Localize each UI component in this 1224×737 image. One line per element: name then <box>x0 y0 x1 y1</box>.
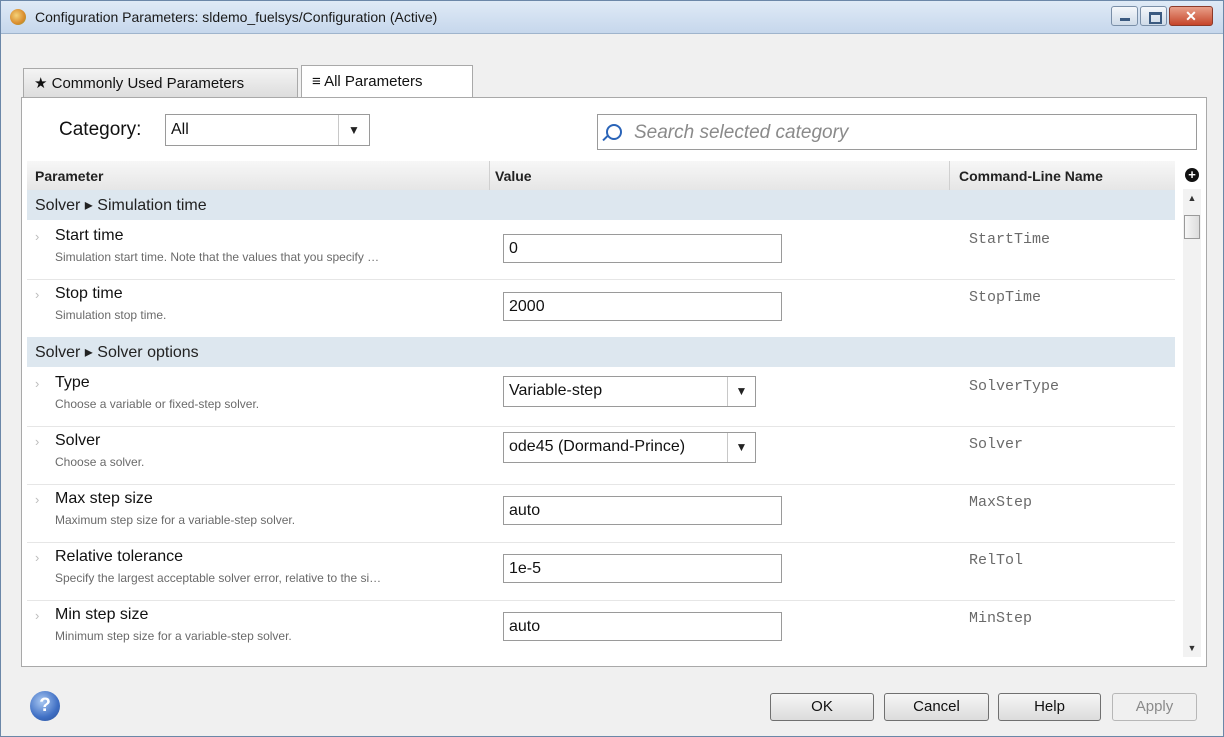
cancel-button[interactable]: Cancel <box>884 693 989 721</box>
parameter-description: Simulation stop time. <box>55 308 167 322</box>
table-header: Parameter Value Command-Line Name <box>27 161 1175 191</box>
column-divider[interactable] <box>489 161 490 190</box>
search-field[interactable] <box>597 114 1197 150</box>
chevron-down-icon: ▼ <box>338 115 369 145</box>
table-row[interactable]: › Solver Choose a solver. ode45 (Dormand… <box>27 426 1175 485</box>
search-icon <box>606 124 622 140</box>
parameter-description: Maximum step size for a variable-step so… <box>55 513 296 527</box>
chevron-right-icon[interactable]: › <box>35 229 39 244</box>
category-selected-value: All <box>171 121 189 138</box>
parameter-name: Min step size <box>55 606 149 623</box>
vertical-scrollbar[interactable]: ▲ ▼ <box>1183 189 1201 657</box>
close-icon: ✕ <box>1185 8 1197 24</box>
table-row[interactable]: › Start time Simulation start time. Note… <box>27 221 1175 280</box>
command-line-name: MinStep <box>969 610 1033 627</box>
add-column-icon[interactable]: + <box>1185 168 1199 182</box>
command-line-name: MaxStep <box>969 494 1033 511</box>
tab-commonly-used-parameters[interactable]: ★ Commonly Used Parameters <box>23 68 298 98</box>
chevron-right-icon[interactable]: › <box>35 550 39 565</box>
selected-value: ode45 (Dormand-Prince) <box>509 438 686 455</box>
chevron-down-icon: ▼ <box>727 377 755 406</box>
parameter-description: Choose a variable or fixed-step solver. <box>55 397 260 411</box>
min-step-size-input[interactable]: auto <box>503 612 782 641</box>
group-row-solver-options[interactable]: Solver ▸ Solver options <box>27 337 1175 367</box>
command-line-name: Solver <box>969 436 1024 453</box>
configuration-parameters-window: Configuration Parameters: sldemo_fuelsys… <box>0 0 1224 737</box>
selected-value: Variable-step <box>509 382 603 399</box>
command-line-name: StartTime <box>969 231 1051 248</box>
parameter-name: Max step size <box>55 490 153 507</box>
table-row[interactable]: › Type Choose a variable or fixed-step s… <box>27 368 1175 427</box>
start-time-input[interactable]: 0 <box>503 234 782 263</box>
search-input[interactable] <box>632 119 1186 147</box>
apply-button[interactable]: Apply <box>1112 693 1197 721</box>
help-button[interactable]: Help <box>998 693 1101 721</box>
parameter-description: Simulation start time. Note that the val… <box>55 250 380 264</box>
scrollbar-thumb[interactable] <box>1184 215 1200 239</box>
app-icon <box>10 9 26 25</box>
command-line-name: SolverType <box>969 378 1060 395</box>
column-divider[interactable] <box>949 161 950 190</box>
chevron-down-icon: ▼ <box>727 433 755 462</box>
minimize-button[interactable] <box>1111 6 1138 26</box>
parameter-description: Specify the largest acceptable solver er… <box>55 571 382 585</box>
table-row[interactable]: › Stop time Simulation stop time. 2000 S… <box>27 279 1175 338</box>
column-header-command-line-name[interactable]: Command-Line Name <box>959 168 1103 184</box>
column-header-value[interactable]: Value <box>495 168 532 184</box>
help-icon[interactable]: ? <box>30 691 60 721</box>
chevron-right-icon[interactable]: › <box>35 287 39 302</box>
scroll-up-icon[interactable]: ▲ <box>1183 193 1201 203</box>
parameter-name: Start time <box>55 227 124 244</box>
scroll-down-icon[interactable]: ▼ <box>1183 643 1201 653</box>
max-step-size-input[interactable]: auto <box>503 496 782 525</box>
window-title: Configuration Parameters: sldemo_fuelsys… <box>35 9 438 25</box>
maximize-icon <box>1149 12 1162 24</box>
table-row[interactable]: › Min step size Minimum step size for a … <box>27 600 1175 655</box>
column-header-parameter[interactable]: Parameter <box>35 168 104 184</box>
parameter-name: Stop time <box>55 285 123 302</box>
parameter-description: Minimum step size for a variable-step so… <box>55 629 292 643</box>
group-label: Solver ▸ Simulation time <box>35 197 207 214</box>
category-label: Category: <box>59 119 142 140</box>
chevron-right-icon[interactable]: › <box>35 376 39 391</box>
title-bar[interactable]: Configuration Parameters: sldemo_fuelsys… <box>1 1 1223 34</box>
command-line-name: RelTol <box>969 552 1024 569</box>
solver-select[interactable]: ode45 (Dormand-Prince) ▼ <box>503 432 756 463</box>
parameters-table: Parameter Value Command-Line Name Solver… <box>27 161 1175 655</box>
group-row-simulation-time[interactable]: Solver ▸ Simulation time <box>27 190 1175 220</box>
chevron-right-icon[interactable]: › <box>35 434 39 449</box>
parameter-description: Choose a solver. <box>55 455 145 469</box>
minimize-icon <box>1120 18 1130 21</box>
stop-time-input[interactable]: 2000 <box>503 292 782 321</box>
solver-type-select[interactable]: Variable-step ▼ <box>503 376 756 407</box>
command-line-name: StopTime <box>969 289 1042 306</box>
close-button[interactable]: ✕ <box>1169 6 1213 26</box>
table-row[interactable]: › Relative tolerance Specify the largest… <box>27 542 1175 601</box>
parameter-name: Relative tolerance <box>55 548 184 565</box>
category-select[interactable]: All ▼ <box>165 114 370 146</box>
window-controls: ✕ <box>1109 6 1213 28</box>
chevron-right-icon[interactable]: › <box>35 492 39 507</box>
relative-tolerance-input[interactable]: 1e-5 <box>503 554 782 583</box>
ok-button[interactable]: OK <box>770 693 874 721</box>
tab-all-parameters[interactable]: ≡ All Parameters <box>301 65 473 98</box>
parameter-name: Solver <box>55 432 101 449</box>
chevron-right-icon[interactable]: › <box>35 608 39 623</box>
maximize-button[interactable] <box>1140 6 1167 26</box>
group-label: Solver ▸ Solver options <box>35 344 199 361</box>
table-row[interactable]: › Max step size Maximum step size for a … <box>27 484 1175 543</box>
parameter-name: Type <box>55 374 90 391</box>
